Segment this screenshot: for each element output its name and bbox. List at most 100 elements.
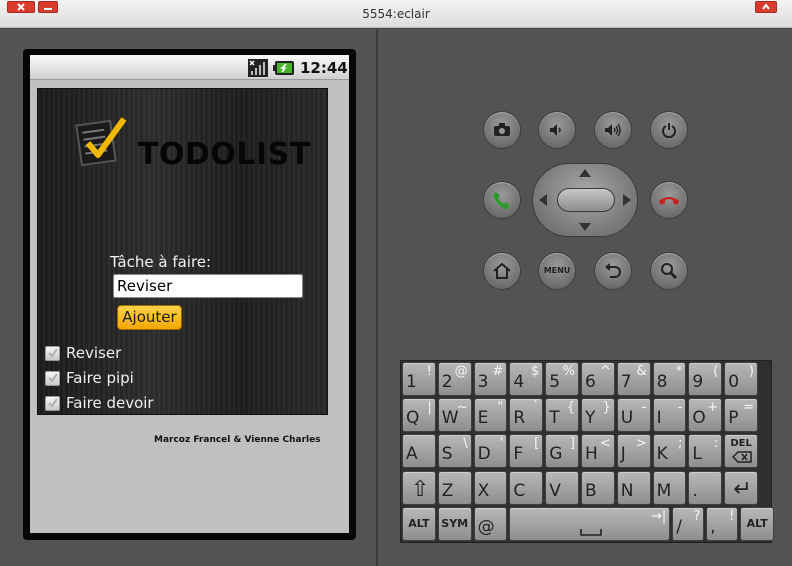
key-label: ,: [710, 516, 716, 537]
todo-checkbox[interactable]: [45, 370, 60, 386]
power-button[interactable]: [650, 111, 688, 149]
key-p[interactable]: P =: [724, 398, 758, 433]
key-alt-label: +: [707, 400, 719, 416]
key-8[interactable]: 8 *: [652, 362, 687, 396]
sym-key[interactable]: SYM: [437, 506, 472, 541]
key-label: 9: [692, 372, 704, 392]
key-alt-label: ): [748, 364, 754, 379]
key-n[interactable]: N: [616, 470, 651, 505]
todo-checkbox[interactable]: [45, 345, 60, 361]
volume-up-button[interactable]: [594, 111, 632, 149]
dpad-down-icon[interactable]: [578, 222, 592, 232]
key-alt-label: =: [743, 400, 754, 416]
phone-screen[interactable]: 12:44 TODOLIST Tâche à faire: Reviser Aj…: [30, 55, 349, 533]
key-slash[interactable]: /?: [672, 506, 705, 541]
key-g[interactable]: G]: [545, 434, 579, 469]
key-a[interactable]: A: [402, 434, 436, 469]
key-i[interactable]: I-: [652, 398, 687, 433]
alt-key[interactable]: ALT: [402, 506, 436, 541]
alt-key[interactable]: ALT: [740, 506, 775, 541]
back-button[interactable]: [594, 252, 632, 290]
key-b[interactable]: B: [581, 470, 615, 505]
key-label: ALT: [746, 516, 768, 530]
key-0[interactable]: 0): [724, 362, 758, 396]
key-comma[interactable]: ,!: [706, 506, 739, 541]
key-period[interactable]: .: [688, 470, 723, 505]
key-e[interactable]: E ": [473, 398, 508, 433]
key-alt-label: `: [532, 400, 540, 416]
home-button[interactable]: [483, 252, 521, 290]
key-f[interactable]: F[: [509, 434, 544, 469]
key-label: Z: [441, 480, 454, 501]
key-j[interactable]: J >: [616, 434, 651, 469]
search-icon: [661, 263, 678, 280]
key-v[interactable]: V: [545, 470, 579, 505]
key-1[interactable]: 1!: [402, 362, 436, 396]
key-label: L: [692, 444, 702, 465]
key-y[interactable]: Y}: [581, 398, 615, 433]
key-s[interactable]: S \: [437, 434, 472, 469]
key-l[interactable]: L:: [688, 434, 723, 469]
shift-key[interactable]: ⇧: [402, 470, 436, 505]
key-c[interactable]: C: [509, 470, 544, 505]
dpad-up-icon[interactable]: [578, 168, 592, 178]
volume-down-icon: [550, 124, 561, 136]
key-label: E: [477, 408, 489, 429]
enter-key[interactable]: ↵: [724, 470, 758, 505]
window-maximize-button[interactable]: [755, 1, 777, 13]
key-6[interactable]: 6 ^: [581, 362, 615, 396]
key-label: G: [549, 444, 563, 465]
key-q[interactable]: Q |: [402, 398, 436, 433]
key-4[interactable]: 4 $: [509, 362, 544, 396]
key-label: P: [728, 408, 739, 429]
space-key[interactable]: →|: [509, 506, 671, 541]
menu-button[interactable]: MENU: [538, 252, 576, 290]
todo-item[interactable]: Faire devoir: [45, 393, 154, 413]
key-t[interactable]: T{: [545, 398, 579, 433]
key-3[interactable]: 3 #: [473, 362, 508, 396]
key-5[interactable]: 5%: [545, 362, 579, 396]
call-button[interactable]: [483, 181, 521, 219]
volume-up-icon: [605, 123, 621, 137]
dpad-center-button[interactable]: [557, 188, 615, 212]
todo-item[interactable]: Reviser: [45, 343, 121, 363]
key-alt-label: ": [497, 400, 504, 416]
key-7[interactable]: 7 &: [616, 362, 651, 396]
todo-item[interactable]: Faire pipi: [45, 368, 134, 388]
key-k[interactable]: K;: [652, 434, 687, 469]
key-d[interactable]: D ': [473, 434, 508, 469]
task-input[interactable]: Reviser: [113, 274, 303, 298]
key-x[interactable]: X: [473, 470, 508, 505]
key-r[interactable]: R `: [509, 398, 544, 433]
space-icon: [580, 528, 602, 536]
dpad-left-icon[interactable]: [538, 193, 548, 207]
delete-key[interactable]: DEL: [724, 434, 758, 469]
key-h[interactable]: H <: [581, 434, 615, 469]
todo-checkbox[interactable]: [45, 395, 60, 411]
key-9[interactable]: 9(: [688, 362, 723, 396]
key-2[interactable]: 2 @: [437, 362, 472, 396]
credit-text: Marcoz Francel & Vienne Charles: [154, 435, 321, 445]
key-u[interactable]: U-: [616, 398, 651, 433]
key-m[interactable]: M: [652, 470, 687, 505]
key-alt-label: [: [534, 436, 540, 452]
key-label: C: [513, 480, 526, 501]
camera-button[interactable]: [483, 111, 521, 149]
status-bar[interactable]: 12:44: [30, 55, 349, 80]
key-o[interactable]: O +: [688, 398, 723, 433]
key-label: J: [620, 444, 626, 465]
key-label: Y: [585, 408, 596, 429]
key-at[interactable]: @: [473, 506, 508, 541]
key-alt-label: :: [713, 436, 719, 452]
key-z[interactable]: Z: [437, 470, 472, 505]
volume-down-button[interactable]: [538, 111, 576, 149]
key-label: 1: [406, 372, 417, 392]
key-alt-label: &: [636, 364, 647, 379]
key-label: T: [549, 408, 560, 429]
key-w[interactable]: W ~: [437, 398, 472, 433]
key-label: .: [692, 480, 698, 501]
end-call-button[interactable]: [650, 181, 688, 219]
add-task-button[interactable]: Ajouter: [117, 305, 182, 330]
search-button[interactable]: [650, 252, 688, 290]
dpad-right-icon[interactable]: [622, 193, 632, 207]
